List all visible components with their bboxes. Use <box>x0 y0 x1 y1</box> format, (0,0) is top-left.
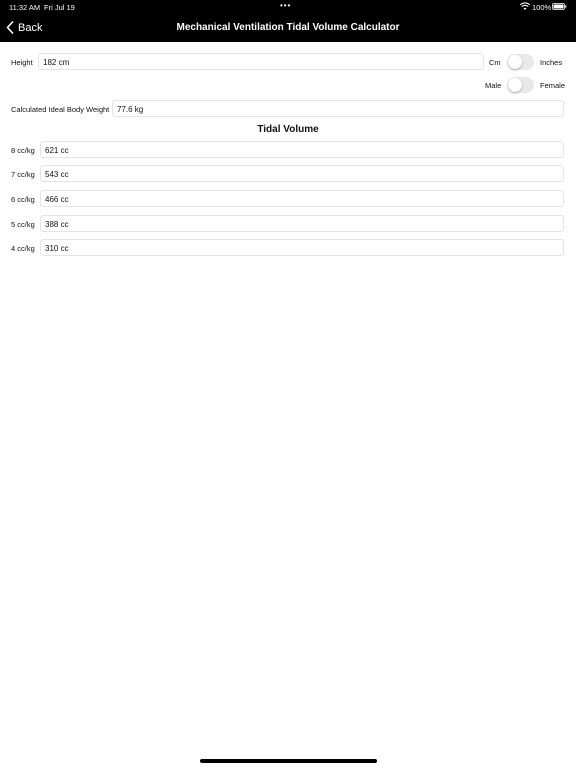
tv-row-label: 8 cc/kg <box>11 146 35 155</box>
tv-row-value[interactable]: 543 cc <box>40 165 564 182</box>
sex-male-label: Male <box>485 81 502 90</box>
multitasking-dots[interactable]: ••• <box>280 1 291 10</box>
tv-row-value[interactable]: 388 cc <box>40 215 564 232</box>
home-indicator[interactable] <box>200 759 377 763</box>
unit-toggle[interactable] <box>507 54 534 70</box>
status-date: Fri Jul 19 <box>44 3 75 12</box>
wifi-icon <box>519 2 531 13</box>
status-time: 11:32 AM <box>9 3 41 12</box>
page-title: Mechanical Ventilation Tidal Volume Calc… <box>176 22 400 33</box>
battery-icon <box>552 3 567 10</box>
height-label: Height <box>11 58 33 67</box>
tv-row-label: 7 cc/kg <box>11 170 35 179</box>
status-bar: 11:32 AM Fri Jul 19 ••• 100% <box>0 0 576 14</box>
sex-toggle-knob <box>508 78 522 92</box>
sex-toggle[interactable] <box>507 77 534 93</box>
tv-row-label: 5 cc/kg <box>11 220 35 229</box>
ibw-field[interactable]: 77.6 kg <box>112 100 564 117</box>
sex-female-label: Female <box>540 81 566 90</box>
navigation-bar: Back Mechanical Ventilation Tidal Volume… <box>0 14 576 42</box>
tv-row-value[interactable]: 310 cc <box>40 239 564 256</box>
unit-toggle-knob <box>508 55 522 69</box>
ibw-label: Calculated Ideal Body Weight <box>11 105 110 114</box>
height-input[interactable]: 182 cm <box>38 53 484 70</box>
unit-inches-label: Inches <box>540 58 563 67</box>
tv-row-value[interactable]: 621 cc <box>40 141 564 158</box>
tv-row-label: 4 cc/kg <box>11 244 35 253</box>
battery-percentage: 100% <box>532 3 552 12</box>
tidal-volume-title: Tidal Volume <box>257 124 319 135</box>
unit-cm-label: Cm <box>489 58 501 67</box>
tv-row-label: 6 cc/kg <box>11 195 35 204</box>
tv-row-value[interactable]: 466 cc <box>40 190 564 207</box>
